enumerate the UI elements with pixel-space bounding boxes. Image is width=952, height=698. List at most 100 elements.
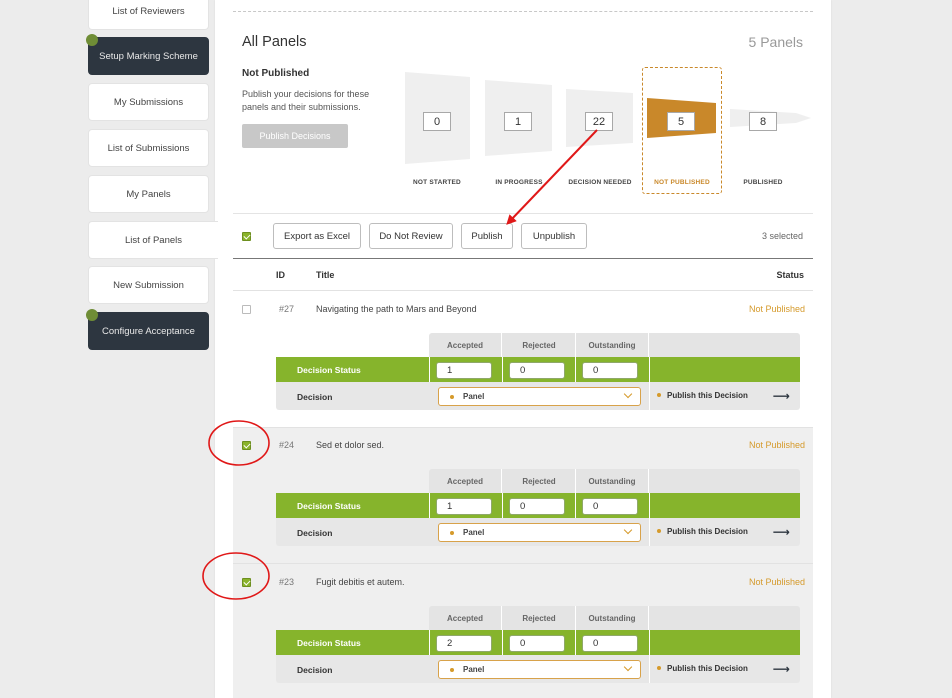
decision-table: Accepted Rejected Outstanding Decision S… xyxy=(276,333,800,410)
outstanding-input[interactable]: 0 xyxy=(582,635,638,652)
stage-label: DECISION NEEDED xyxy=(568,179,632,186)
panel-select-value: Panel xyxy=(463,528,485,537)
table-row: #27 Navigating the path to Mars and Beyo… xyxy=(233,291,813,427)
accepted-header: Accepted xyxy=(429,469,502,493)
row-checkbox[interactable] xyxy=(242,305,251,314)
panel-select[interactable]: Panel xyxy=(438,523,641,542)
decision-header: Accepted Rejected Outstanding xyxy=(429,606,800,630)
separator xyxy=(575,630,576,655)
unpublish-button[interactable]: Unpublish xyxy=(521,223,587,249)
rejected-input[interactable]: 0 xyxy=(509,362,565,379)
sidebar-item-my-submissions[interactable]: My Submissions xyxy=(88,83,209,121)
sidebar-item-my-panels[interactable]: My Panels xyxy=(88,175,209,213)
rejected-input[interactable]: 0 xyxy=(509,498,565,515)
publish-button[interactable]: Publish xyxy=(461,223,513,249)
decision-row: Decision Panel Publish this Decision ⟶ xyxy=(276,382,800,410)
not-published-heading: Not Published xyxy=(242,68,310,79)
row-checkbox[interactable] xyxy=(242,441,251,450)
sidebar-item-list-of-reviewers[interactable]: List of Reviewers xyxy=(88,0,209,30)
sidebar-item-list-of-panels[interactable]: List of Panels xyxy=(88,221,218,259)
panel-select[interactable]: Panel xyxy=(438,660,641,679)
sidebar-item-setup-marking-scheme[interactable]: Setup Marking Scheme xyxy=(86,34,209,75)
sidebar-item-label: List of Reviewers xyxy=(112,5,185,17)
accepted-input[interactable]: 2 xyxy=(436,635,492,652)
main-panel: All Panels 5 Panels Not Published Publis… xyxy=(215,0,831,698)
decision-header: Accepted Rejected Outstanding xyxy=(429,469,800,493)
sidebar-item-label: New Submission xyxy=(113,279,184,291)
not-published-description: Publish your decisions for these panels … xyxy=(242,89,370,112)
status-dot-icon xyxy=(86,34,98,46)
separator xyxy=(575,357,576,382)
row-title[interactable]: Fugit debitis et autem. xyxy=(316,577,405,587)
column-header-id: ID xyxy=(276,270,285,280)
decision-status-row: Decision Status 2 0 0 xyxy=(276,630,800,655)
selected-count: 3 selected xyxy=(761,231,803,241)
stage-count: 5 xyxy=(667,112,695,131)
stage-count: 1 xyxy=(504,112,532,131)
publish-this-decision-label: Publish this Decision xyxy=(667,527,748,536)
row-id: #27 xyxy=(279,304,295,314)
export-excel-button[interactable]: Export as Excel xyxy=(273,223,361,249)
row-id: #23 xyxy=(279,577,295,587)
decision-status-label: Decision Status xyxy=(297,501,361,511)
accepted-header: Accepted xyxy=(429,333,502,357)
outstanding-header: Outstanding xyxy=(576,333,649,357)
sidebar-item-configure-acceptance[interactable]: Configure Acceptance xyxy=(86,309,209,350)
divider xyxy=(233,427,813,428)
separator xyxy=(429,357,430,382)
publish-this-decision-link[interactable]: Publish this Decision xyxy=(657,527,748,536)
do-not-review-button[interactable]: Do Not Review xyxy=(369,223,453,249)
panel-select-value: Panel xyxy=(463,392,485,401)
rejected-header: Rejected xyxy=(503,333,576,357)
decision-header: Accepted Rejected Outstanding xyxy=(429,333,800,357)
decision-table: Accepted Rejected Outstanding Decision S… xyxy=(276,469,800,546)
publish-this-decision-label: Publish this Decision xyxy=(667,391,748,400)
decision-status-label: Decision Status xyxy=(297,365,361,375)
publish-this-decision-link[interactable]: Publish this Decision xyxy=(657,664,748,673)
outstanding-input[interactable]: 0 xyxy=(582,498,638,515)
separator xyxy=(649,493,650,518)
arrow-right-icon[interactable]: ⟶ xyxy=(773,525,790,539)
rejected-input[interactable]: 0 xyxy=(509,635,565,652)
publish-decisions-button[interactable]: Publish Decisions xyxy=(242,124,348,148)
select-all-checkbox[interactable] xyxy=(242,232,251,241)
bullet-icon xyxy=(657,392,661,397)
divider xyxy=(233,563,813,564)
stage-label: IN PROGRESS xyxy=(495,179,543,186)
bullet-icon xyxy=(450,395,454,399)
panel-select[interactable]: Panel xyxy=(438,387,641,406)
sidebar-item-new-submission[interactable]: New Submission xyxy=(88,266,209,304)
separator xyxy=(502,493,503,518)
accepted-input[interactable]: 1 xyxy=(436,362,492,379)
publish-this-decision-link[interactable]: Publish this Decision xyxy=(657,391,748,400)
stage-count: 8 xyxy=(749,112,777,131)
separator xyxy=(429,630,430,655)
rejected-header: Rejected xyxy=(503,606,576,630)
separator xyxy=(502,630,503,655)
stage-label: NOT STARTED xyxy=(413,179,461,186)
sidebar-item-label: List of Submissions xyxy=(107,142,190,154)
chevron-down-icon xyxy=(623,662,633,672)
chevron-down-icon xyxy=(623,389,633,399)
row-status: Not Published xyxy=(748,577,805,587)
row-checkbox[interactable] xyxy=(242,578,251,587)
row-title[interactable]: Sed et dolor sed. xyxy=(316,440,384,450)
chevron-down-icon xyxy=(623,525,633,535)
arrow-right-icon[interactable]: ⟶ xyxy=(773,662,790,676)
rejected-header: Rejected xyxy=(503,469,576,493)
arrow-right-icon[interactable]: ⟶ xyxy=(773,389,790,403)
accepted-input[interactable]: 1 xyxy=(436,498,492,515)
divider xyxy=(233,11,813,12)
outstanding-header: Outstanding xyxy=(576,606,649,630)
bullet-icon xyxy=(657,528,661,533)
row-status: Not Published xyxy=(748,304,805,314)
row-id: #24 xyxy=(279,440,295,450)
table-row: #24 Sed et dolor sed. Not Published Acce… xyxy=(233,427,813,563)
sidebar-item-list-of-submissions[interactable]: List of Submissions xyxy=(88,129,209,167)
separator xyxy=(649,518,650,546)
row-title[interactable]: Navigating the path to Mars and Beyond xyxy=(316,304,477,314)
outstanding-input[interactable]: 0 xyxy=(582,362,638,379)
separator xyxy=(649,357,650,382)
outstanding-header: Outstanding xyxy=(576,469,649,493)
decision-label: Decision xyxy=(297,665,333,675)
